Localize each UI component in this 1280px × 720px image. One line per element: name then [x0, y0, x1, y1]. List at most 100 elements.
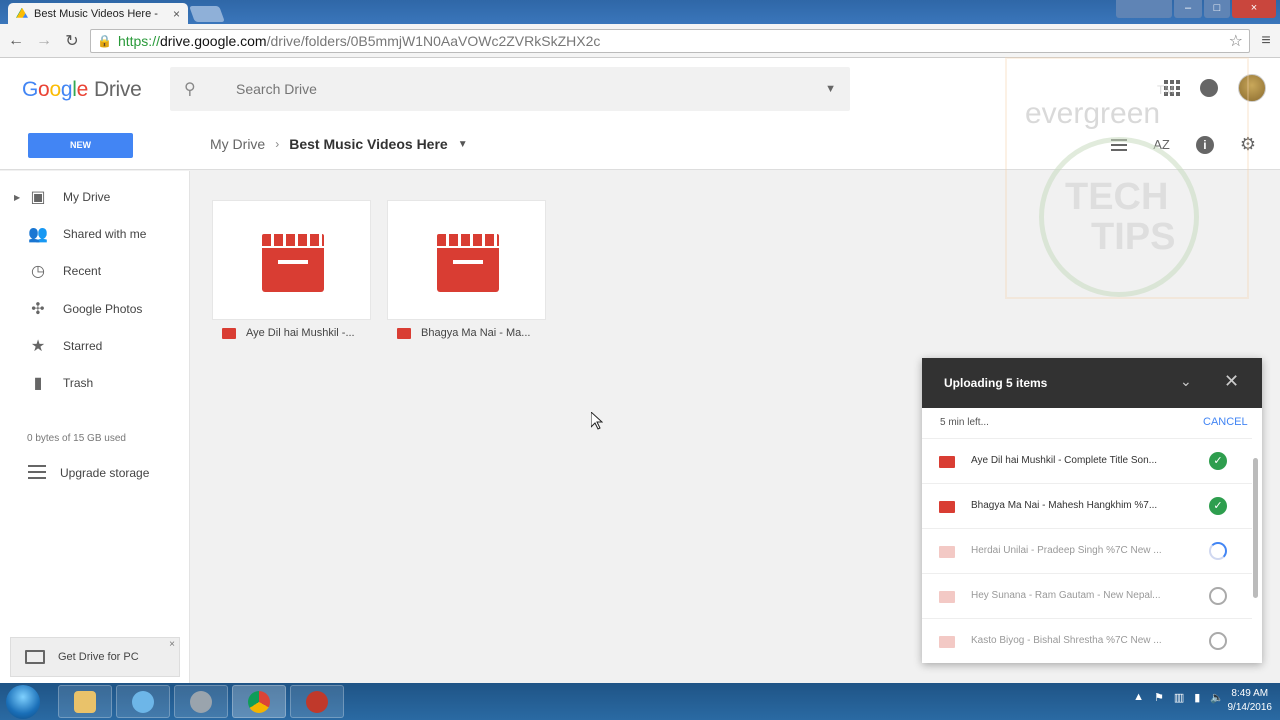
volume-icon[interactable]: 🔈	[1210, 691, 1224, 704]
url-path: /drive/folders/0B5mmjW1N0AaVOWc2ZVRkSkZH…	[266, 32, 601, 49]
new-tab-button[interactable]	[189, 6, 225, 22]
taskbar-media-player[interactable]	[116, 685, 170, 718]
chevron-right-icon: ›	[275, 137, 280, 151]
upload-list-scrollbar[interactable]	[1253, 458, 1258, 598]
notifications-icon[interactable]	[1200, 79, 1218, 97]
drive-icon: ▣	[30, 189, 46, 206]
folder-menu-caret-icon[interactable]: ▼	[458, 139, 468, 150]
upload-item[interactable]: Hey Sunana - Ram Gautam - New Nepal...	[922, 573, 1252, 618]
close-window-button[interactable]: ×	[1232, 0, 1276, 18]
search-box: ⚲ ▼	[170, 67, 850, 111]
taskbar-clock[interactable]: 8:49 AM 9/14/2016	[1228, 687, 1273, 715]
breadcrumb: My Drive › Best Music Videos Here ▼	[210, 136, 468, 152]
drive-favicon-icon	[16, 7, 28, 18]
sidebar-item-starred[interactable]: ★ Starred	[0, 330, 190, 362]
sidebar-item-label: My Drive	[63, 190, 111, 204]
action-center-flag-icon[interactable]: ⚑	[1154, 691, 1164, 704]
logo-letter: G	[22, 78, 39, 101]
mouse-pointer-icon	[590, 410, 604, 433]
address-bar[interactable]: 🔒 https://drive.google.com/drive/folders…	[90, 28, 1250, 53]
taskbar-chrome[interactable]	[232, 685, 286, 718]
video-file-type-icon	[939, 636, 955, 648]
google-drive-logo[interactable]: Google Drive	[22, 78, 142, 102]
video-file-icon	[262, 234, 324, 292]
file-name: Aye Dil hai Mushkil -...	[246, 327, 355, 339]
file-name-row[interactable]: Bhagya Ma Nai - Ma...	[397, 327, 530, 339]
drive-subheader: NEW My Drive › Best Music Videos Here ▼ …	[0, 120, 1280, 170]
battery-icon[interactable]: ▮	[1194, 691, 1200, 704]
apps-grid-icon[interactable]	[1164, 80, 1180, 96]
search-icon[interactable]: ⚲	[184, 79, 212, 99]
account-avatar[interactable]	[1238, 74, 1266, 102]
storage-usage-text: 0 bytes of 15 GB used	[27, 433, 126, 444]
tab-close-icon[interactable]: ×	[173, 7, 180, 21]
sidebar: ▶ ▣ My Drive 👥 Shared with me ◷ Recent ✣…	[0, 171, 190, 683]
close-icon[interactable]: ✕	[1224, 371, 1239, 392]
search-options-dropdown-icon[interactable]: ▼	[825, 83, 836, 95]
clock-icon: ◷	[31, 263, 45, 280]
upload-file-name: Bhagya Ma Nai - Mahesh Hangkhim %7...	[971, 500, 1158, 511]
video-file-type-icon	[222, 327, 236, 339]
sidebar-item-recent[interactable]: ◷ Recent	[0, 255, 190, 287]
storage-list-icon	[28, 465, 46, 479]
reload-icon[interactable]: ↻	[62, 31, 82, 51]
video-file-icon	[437, 234, 499, 292]
get-drive-for-pc-banner[interactable]: Get Drive for PC ×	[10, 637, 180, 677]
sidebar-item-google-photos[interactable]: ✣ Google Photos	[0, 293, 190, 325]
header-icons	[1164, 74, 1266, 102]
file-name-row[interactable]: Aye Dil hai Mushkil -...	[222, 327, 355, 339]
upload-file-name: Kasto Biyog - Bishal Shrestha %7C New ..…	[971, 635, 1162, 646]
browser-tab[interactable]: Best Music Videos Here - ×	[8, 3, 188, 24]
bookmark-star-icon[interactable]: ☆	[1229, 31, 1243, 51]
chrome-icon	[248, 690, 270, 713]
windows-start-button[interactable]	[6, 685, 40, 719]
dismiss-banner-icon[interactable]: ×	[169, 639, 175, 650]
taskbar-explorer[interactable]	[58, 685, 112, 718]
view-toolbar: AZ i ⚙	[1111, 134, 1256, 155]
upload-item[interactable]: Herdai Unilai - Pradeep Singh %7C New ..…	[922, 528, 1252, 573]
info-icon[interactable]: i	[1195, 135, 1214, 154]
get-drive-label: Get Drive for PC	[58, 651, 139, 663]
sidebar-item-my-drive[interactable]: ▶ ▣ My Drive	[0, 181, 190, 213]
file-card[interactable]	[387, 200, 546, 320]
file-card[interactable]	[212, 200, 371, 320]
upload-item[interactable]: Kasto Biyog - Bishal Shrestha %7C New ..…	[922, 618, 1252, 663]
sidebar-item-shared-with-me[interactable]: 👥 Shared with me	[0, 218, 190, 250]
star-icon: ★	[30, 338, 46, 355]
upgrade-storage-label: Upgrade storage	[60, 466, 150, 480]
back-arrow-icon[interactable]: ←	[6, 31, 26, 51]
network-icon[interactable]: ▥	[1174, 691, 1184, 704]
upgrade-storage-link[interactable]: Upgrade storage	[0, 459, 190, 487]
collapse-chevron-icon[interactable]: ⌄	[1180, 373, 1192, 390]
taskbar-app[interactable]	[290, 685, 344, 718]
upload-progress-spinner-icon	[1209, 542, 1227, 560]
settings-gear-icon[interactable]: ⚙	[1240, 134, 1256, 155]
forward-arrow-icon[interactable]: →	[34, 31, 54, 51]
upload-pending-circle-icon	[1209, 587, 1227, 605]
breadcrumb-current-folder[interactable]: Best Music Videos Here	[289, 136, 447, 152]
new-button[interactable]: NEW	[28, 133, 133, 158]
lock-icon: 🔒	[97, 33, 112, 48]
search-input[interactable]	[212, 81, 826, 97]
clock-time: 8:49 AM	[1231, 688, 1269, 699]
upload-file-name: Hey Sunana - Ram Gautam - New Nepal...	[971, 590, 1161, 601]
upload-item[interactable]: Bhagya Ma Nai - Mahesh Hangkhim %7... ✓	[922, 483, 1252, 528]
cancel-upload-button[interactable]: CANCEL	[1203, 416, 1248, 428]
profile-button[interactable]	[1116, 0, 1172, 18]
trash-icon: ▮	[33, 375, 43, 392]
chrome-menu-icon[interactable]: ≡	[1258, 32, 1274, 50]
sidebar-item-trash[interactable]: ▮ Trash	[0, 367, 190, 399]
maximize-button[interactable]: □	[1204, 0, 1230, 18]
minimize-button[interactable]: –	[1174, 0, 1202, 18]
sort-az-icon[interactable]: AZ	[1153, 137, 1170, 152]
taskbar-app[interactable]	[174, 685, 228, 718]
browser-titlebar: Best Music Videos Here - × – □ ×	[0, 0, 1280, 24]
expand-arrow-icon[interactable]: ▶	[14, 193, 20, 202]
upload-complete-check-icon: ✓	[1209, 452, 1227, 470]
video-file-type-icon	[939, 456, 955, 468]
upload-item[interactable]: Aye Dil hai Mushkil - Complete Title Son…	[922, 438, 1252, 483]
list-view-icon[interactable]	[1111, 138, 1128, 151]
upload-panel-header: Uploading 5 items ⌄ ✕	[922, 358, 1262, 408]
breadcrumb-my-drive[interactable]: My Drive	[210, 136, 265, 152]
tray-overflow-icon[interactable]: ▲	[1133, 691, 1144, 704]
